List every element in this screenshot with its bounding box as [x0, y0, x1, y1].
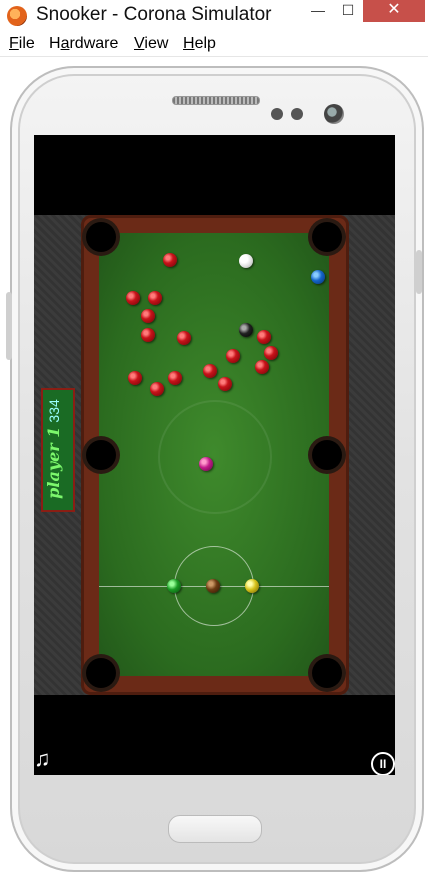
red-ball — [203, 364, 217, 378]
menu-help-mnemonic: H — [183, 35, 195, 52]
minimize-button[interactable]: — — [303, 0, 333, 22]
home-button[interactable] — [168, 815, 262, 843]
red-ball — [218, 377, 232, 391]
pocket-top-right — [312, 222, 342, 252]
brown-ball — [206, 579, 220, 593]
pocket-top-left — [86, 222, 116, 252]
device-screen[interactable]: player 1 334 ♫ II — [34, 135, 395, 775]
menu-bar: File Hardware View Help — [0, 32, 428, 57]
close-button[interactable]: ✕ — [363, 0, 425, 22]
pink-ball — [199, 457, 213, 471]
red-ball — [264, 346, 278, 360]
red-ball — [257, 330, 271, 344]
pocket-bottom-right — [312, 658, 342, 688]
menu-hardware[interactable]: Hardware — [49, 35, 118, 53]
pocket-bottom-left — [86, 658, 116, 688]
table-center-logo — [158, 400, 272, 514]
player-score-panel: player 1 334 — [41, 388, 75, 512]
menu-file-rest: ile — [18, 35, 35, 52]
red-ball — [177, 331, 191, 345]
pocket-middle-left — [86, 440, 116, 470]
player-score: 334 — [46, 399, 62, 423]
window-titlebar[interactable]: Snooker - Corona Simulator — ☐ ✕ — [0, 0, 428, 32]
cue-ball[interactable] — [239, 254, 253, 268]
proximity-sensor — [271, 108, 283, 120]
red-ball — [163, 253, 177, 267]
black-ball — [239, 323, 253, 337]
yellow-ball — [245, 579, 259, 593]
window-title: Snooker - Corona Simulator — [36, 4, 272, 25]
red-ball — [128, 371, 142, 385]
music-note-icon[interactable]: ♫ — [34, 748, 56, 770]
red-ball — [150, 382, 164, 396]
maximize-button[interactable]: ☐ — [333, 0, 363, 22]
red-ball — [168, 371, 182, 385]
player-score-text: player 1 334 — [44, 389, 70, 509]
menu-view-mnemonic: V — [134, 35, 145, 52]
menu-help[interactable]: Help — [183, 35, 216, 53]
menu-hardware-first: H — [49, 35, 61, 52]
light-sensor — [291, 108, 303, 120]
red-ball — [141, 328, 155, 342]
front-camera-icon — [324, 104, 344, 124]
menu-file-mnemonic: F — [9, 35, 19, 52]
corona-app-icon — [7, 6, 27, 26]
pause-icon[interactable]: II — [371, 752, 395, 775]
snooker-game[interactable]: player 1 334 ♫ II — [34, 215, 395, 775]
red-ball — [226, 349, 240, 363]
red-ball — [148, 291, 162, 305]
menu-help-rest: elp — [194, 35, 216, 52]
red-ball — [255, 360, 269, 374]
green-ball — [167, 579, 181, 593]
menu-file[interactable]: File — [9, 35, 35, 53]
blue-ball — [311, 270, 325, 284]
red-ball — [126, 291, 140, 305]
device-power-button — [416, 250, 422, 294]
red-ball — [141, 309, 155, 323]
menu-hardware-rest: rdware — [69, 35, 119, 52]
device-volume-button — [6, 292, 12, 360]
earpiece-speaker — [172, 96, 260, 105]
menu-view[interactable]: View — [134, 35, 168, 53]
pocket-middle-right — [312, 440, 342, 470]
player-label: player 1 — [44, 426, 63, 499]
menu-view-rest: iew — [144, 35, 169, 52]
